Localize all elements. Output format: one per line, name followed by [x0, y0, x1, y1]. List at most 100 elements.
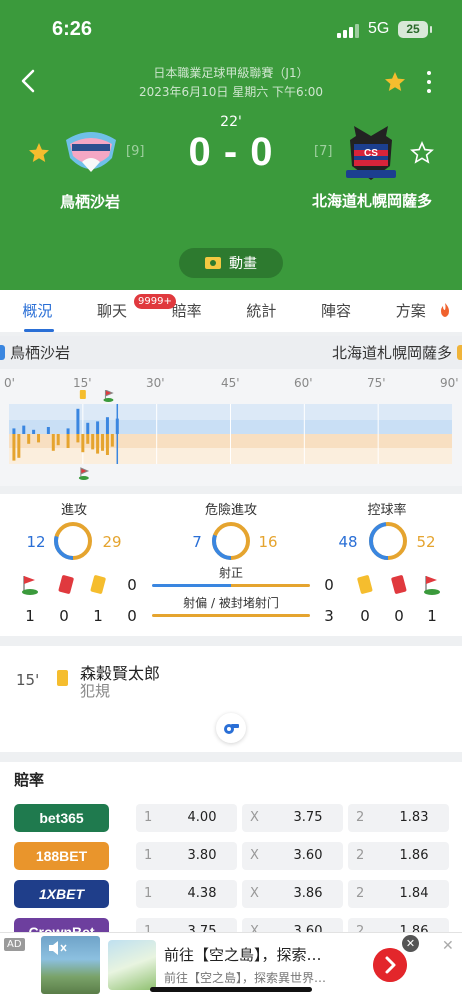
- away-yellow-cards: 0: [360, 607, 370, 625]
- odds-draw-cell[interactable]: X 3.86: [242, 880, 343, 908]
- attack-ring: [54, 522, 92, 560]
- red-card-icon: [391, 575, 407, 594]
- tab-bar: 概況 聊天 賠率 統計 陣容 方案: [0, 290, 462, 332]
- away-pressure-bar: [96, 434, 100, 454]
- timeline-yellow-card-icon: [79, 390, 86, 399]
- away-pressure-bar: [37, 434, 41, 443]
- away-pressure-bar: [105, 434, 109, 455]
- away-rank: [7]: [314, 144, 333, 159]
- corner-flag-icon: [22, 576, 38, 595]
- home-team-logo[interactable]: [62, 126, 120, 178]
- odds-title: 賠率: [14, 771, 45, 789]
- tick-label: 75': [367, 376, 386, 390]
- home-red-cards: 0: [59, 607, 69, 625]
- match-datetime: 2023年6月10日 星期六 下午6:00: [138, 85, 324, 99]
- shots-off-label: 射偏 / 被封堵射门: [183, 596, 279, 610]
- away-shots-off: 3: [324, 607, 334, 625]
- mute-icon[interactable]: [47, 940, 67, 956]
- home-pressure-bar: [96, 421, 100, 434]
- bookmaker-188bet[interactable]: 188BET: [14, 842, 109, 870]
- timeline-corner-base: [103, 398, 114, 402]
- away-pressure-bar: [66, 434, 70, 448]
- svg-text:CS: CS: [364, 148, 378, 159]
- more-menu-icon[interactable]: [420, 68, 438, 96]
- home-shots-off: 0: [127, 607, 137, 625]
- away-favorite-star-icon[interactable]: [410, 141, 434, 165]
- away-team-logo[interactable]: CS: [340, 122, 402, 184]
- yellow-card-icon: [357, 575, 373, 594]
- ad-close-icon[interactable]: ✕: [442, 938, 454, 954]
- whistle-icon[interactable]: [216, 713, 246, 743]
- away-dangerous-attack: 16: [258, 533, 278, 551]
- pressure-chart: [9, 390, 452, 480]
- bookmaker-bet365[interactable]: bet365: [14, 804, 109, 832]
- odds-away-cell[interactable]: 2 1.84: [348, 880, 449, 908]
- away-attack: 29: [102, 533, 122, 551]
- away-shots-on: 0: [324, 576, 334, 594]
- odds-away-cell[interactable]: 21.86: [348, 842, 449, 870]
- timeline-corner-base: [78, 476, 89, 480]
- home-pressure-bar: [32, 429, 36, 434]
- signal-icon: [337, 24, 359, 38]
- home-pressure-bar: [86, 422, 90, 434]
- odds-row[interactable]: 1XBET 1 4.38 X 3.86 2 1.84: [0, 880, 462, 910]
- yellow-card-icon: [57, 670, 68, 686]
- tick-label: 30': [146, 376, 165, 390]
- home-corners: 1: [25, 607, 35, 625]
- dangerous-attack-label: 危險進攻: [204, 503, 257, 518]
- status-bar: 6:26 5G 25: [0, 0, 462, 60]
- match-score: 0 - 0: [188, 130, 274, 174]
- away-pressure-bar: [51, 434, 55, 451]
- tab-lineup[interactable]: 陣容: [299, 290, 374, 332]
- odds-home-cell[interactable]: 1 4.00: [136, 804, 237, 832]
- tick-label: 45': [221, 376, 240, 390]
- bookmaker-1xbet[interactable]: 1XBET: [14, 880, 109, 908]
- ad-tag: AD: [4, 938, 25, 951]
- league-name: 日本職業足球甲級聯賽（J1）: [153, 66, 309, 80]
- home-yellow-cards: 1: [93, 607, 103, 625]
- home-possession: 48: [338, 533, 358, 551]
- away-pressure-bar: [17, 434, 21, 458]
- tab-overview[interactable]: 概況: [0, 290, 75, 332]
- home-color-marker: [0, 345, 5, 360]
- ad-title[interactable]: 前往【空之島】，探索…: [164, 944, 322, 965]
- corner-flag-icon: [424, 576, 440, 595]
- odds-away-cell[interactable]: 2 1.83: [348, 804, 449, 832]
- away-color-marker: [457, 345, 462, 360]
- home-team-name[interactable]: 鳥栖沙岩: [30, 191, 150, 212]
- ad-video-thumbnail[interactable]: [41, 936, 100, 994]
- tab-stats[interactable]: 統計: [224, 290, 299, 332]
- fire-icon: [441, 303, 449, 317]
- odds-row[interactable]: 188BET 1 3.80 X 3.60 2 1.86: [0, 842, 462, 872]
- home-pressure-bar: [105, 417, 109, 434]
- away-corners: 1: [427, 607, 437, 625]
- away-team-name[interactable]: 北海道札幌岡薩多: [308, 191, 436, 212]
- home-attack: 12: [26, 533, 46, 551]
- favorite-star-icon[interactable]: [383, 70, 407, 94]
- timeline-home-label: 鳥栖沙岩: [10, 344, 71, 362]
- back-arrow-icon[interactable]: [14, 66, 44, 96]
- away-pressure-bar: [56, 434, 60, 446]
- odds-home-cell[interactable]: 1 3.80: [136, 842, 237, 870]
- odds-draw-cell[interactable]: X3.60: [242, 842, 343, 870]
- tick-label: 15': [73, 376, 92, 390]
- animation-button[interactable]: 動畫: [179, 248, 283, 278]
- away-pressure-bar: [101, 434, 105, 451]
- odds-home-cell[interactable]: 1 4.38: [136, 880, 237, 908]
- yellow-card-icon: [90, 575, 106, 594]
- odds-row[interactable]: bet365 1 4.00 X 3.75 2 1.83: [0, 804, 462, 834]
- odds-draw-cell[interactable]: X 3.75: [242, 804, 343, 832]
- away-possession: 52: [416, 533, 436, 551]
- home-pressure-bar: [12, 428, 16, 434]
- dangerous-attack-ring: [212, 522, 250, 560]
- ad-dismiss-icon[interactable]: ✕: [402, 935, 419, 952]
- away-pressure-bar: [86, 434, 90, 444]
- ad-app-icon[interactable]: [108, 940, 156, 990]
- home-pressure-bar: [76, 408, 80, 434]
- match-minute: 22': [220, 114, 242, 130]
- away-pressure-bar: [12, 434, 16, 461]
- ad-go-arrow-icon[interactable]: [373, 948, 407, 982]
- match-header: 6:26 5G 25 日本職業足球甲級聯賽（J1） 2023年6月10日 星期六…: [0, 0, 462, 290]
- possession-ring: [369, 522, 407, 560]
- home-favorite-star-icon[interactable]: [27, 141, 51, 165]
